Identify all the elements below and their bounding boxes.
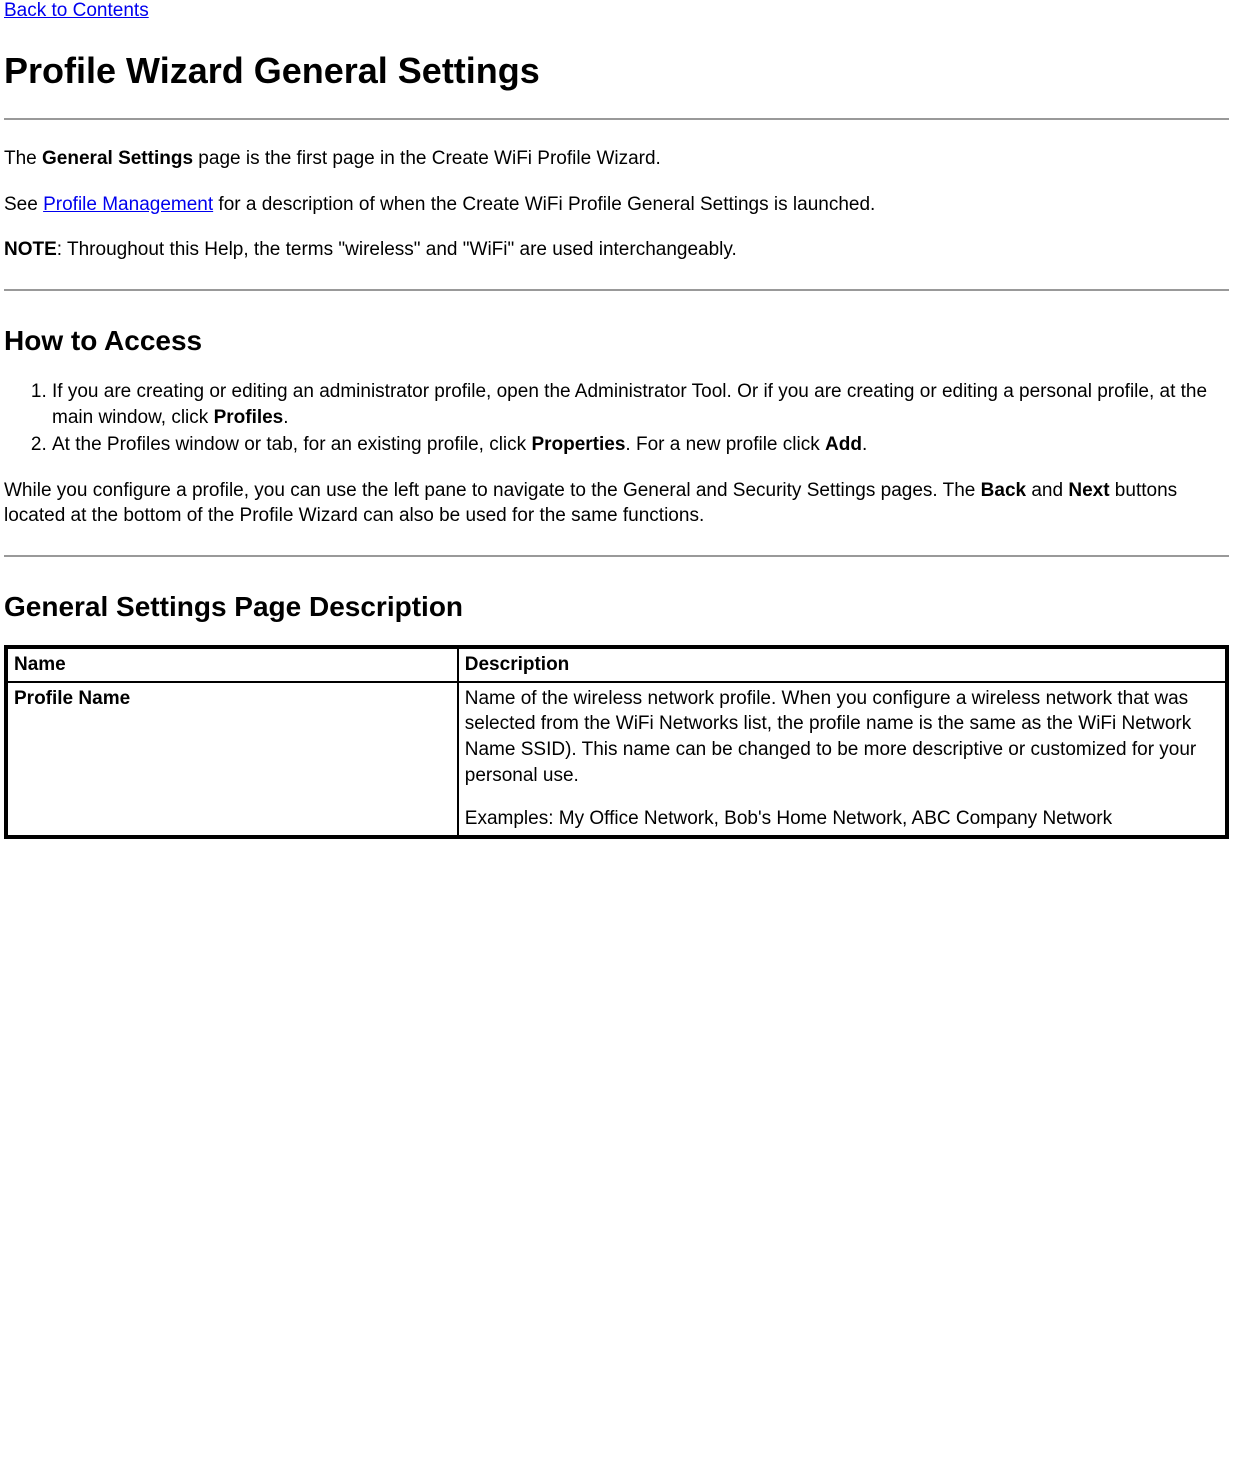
cell-description: Name of the wireless network profile. Wh… (458, 682, 1227, 837)
text-bold: General Settings (42, 148, 193, 169)
text-bold: Next (1068, 480, 1109, 501)
intro-paragraph-1: The General Settings page is the first p… (4, 146, 1229, 172)
text: At the Profiles window or tab, for an ex… (52, 434, 531, 455)
text: See (4, 194, 43, 215)
text-bold: Properties (531, 434, 625, 455)
text: . For a new profile click (625, 434, 825, 455)
text: The (4, 148, 42, 169)
access-steps-list: If you are creating or editing an admini… (4, 379, 1229, 458)
intro-paragraph-2: See Profile Management for a description… (4, 192, 1229, 218)
table-row: Profile Name Name of the wireless networ… (6, 682, 1227, 837)
note-paragraph: NOTE: Throughout this Help, the terms "w… (4, 237, 1229, 263)
page-title: Profile Wizard General Settings (4, 50, 1229, 92)
divider (4, 555, 1229, 557)
navigation-paragraph: While you configure a profile, you can u… (4, 478, 1229, 529)
text: . (862, 434, 867, 455)
text: page is the first page in the Create WiF… (193, 148, 661, 169)
page-description-heading: General Settings Page Description (4, 591, 1229, 623)
text: for a description of when the Create WiF… (213, 194, 875, 215)
text: Examples: My Office Network, Bob's Home … (465, 806, 1219, 832)
text-bold: Back (981, 480, 1026, 501)
text-bold: Profiles (214, 407, 284, 428)
description-table: Name Description Profile Name Name of th… (4, 645, 1229, 839)
how-to-access-heading: How to Access (4, 325, 1229, 357)
header-name: Name (6, 647, 458, 682)
divider (4, 289, 1229, 291)
cell-name: Profile Name (6, 682, 458, 837)
text: and (1026, 480, 1068, 501)
text: Name of the wireless network profile. Wh… (465, 686, 1219, 789)
list-item: If you are creating or editing an admini… (52, 379, 1229, 430)
note-label: NOTE (4, 239, 57, 260)
table-header-row: Name Description (6, 647, 1227, 682)
back-to-contents-link[interactable]: Back to Contents (4, 0, 149, 21)
header-description: Description (458, 647, 1227, 682)
divider (4, 118, 1229, 120)
list-item: At the Profiles window or tab, for an ex… (52, 432, 1229, 458)
profile-management-link[interactable]: Profile Management (43, 194, 213, 215)
text: While you configure a profile, you can u… (4, 480, 981, 501)
text-bold: Add (825, 434, 862, 455)
text: . (283, 407, 288, 428)
text: : Throughout this Help, the terms "wirel… (57, 239, 737, 260)
